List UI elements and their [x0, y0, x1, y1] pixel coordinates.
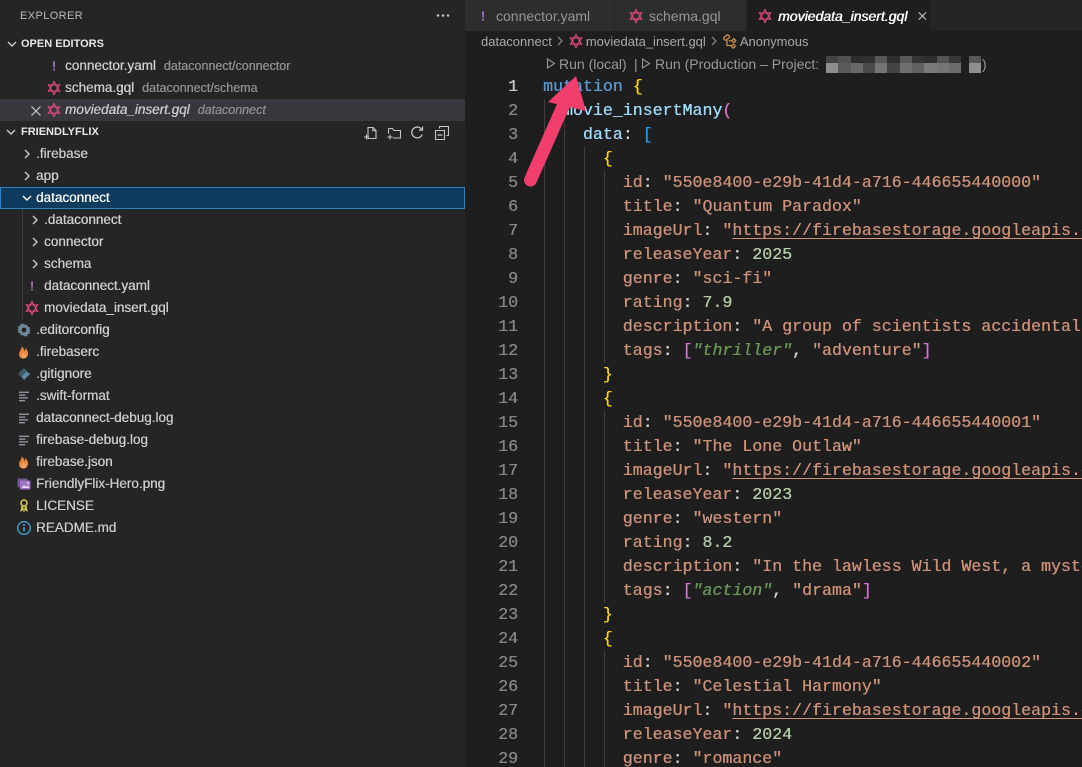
- svg-text:!: !: [481, 8, 485, 23]
- svg-text:!: !: [52, 59, 56, 74]
- svg-text:!: !: [30, 279, 34, 294]
